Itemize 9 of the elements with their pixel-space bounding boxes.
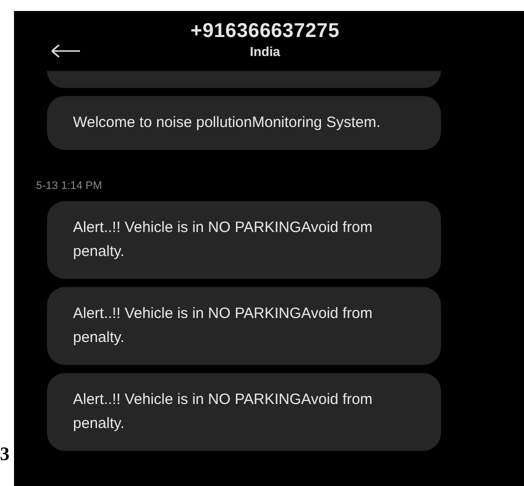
back-arrow-icon[interactable]: [51, 44, 81, 58]
page-number: 3: [0, 444, 10, 466]
contact-number: +916366637275: [190, 19, 340, 43]
message-bubble: Alert..!! Vehicle is in NO PARKINGAvoid from penalty.: [47, 287, 441, 365]
message-bubble: Alert..!! Vehicle is in NO PARKINGAvoid from penalty.: [47, 373, 441, 451]
contact-country: India: [250, 43, 280, 60]
message-bubble: Welcome to noise pollutionMonitoring System.: [47, 96, 441, 150]
message-bubble: Alert..!! Vehicle is in NO PARKINGAvoid from penalty.: [47, 201, 441, 279]
message-timestamp: 5-13 1:14 PM: [36, 179, 102, 193]
